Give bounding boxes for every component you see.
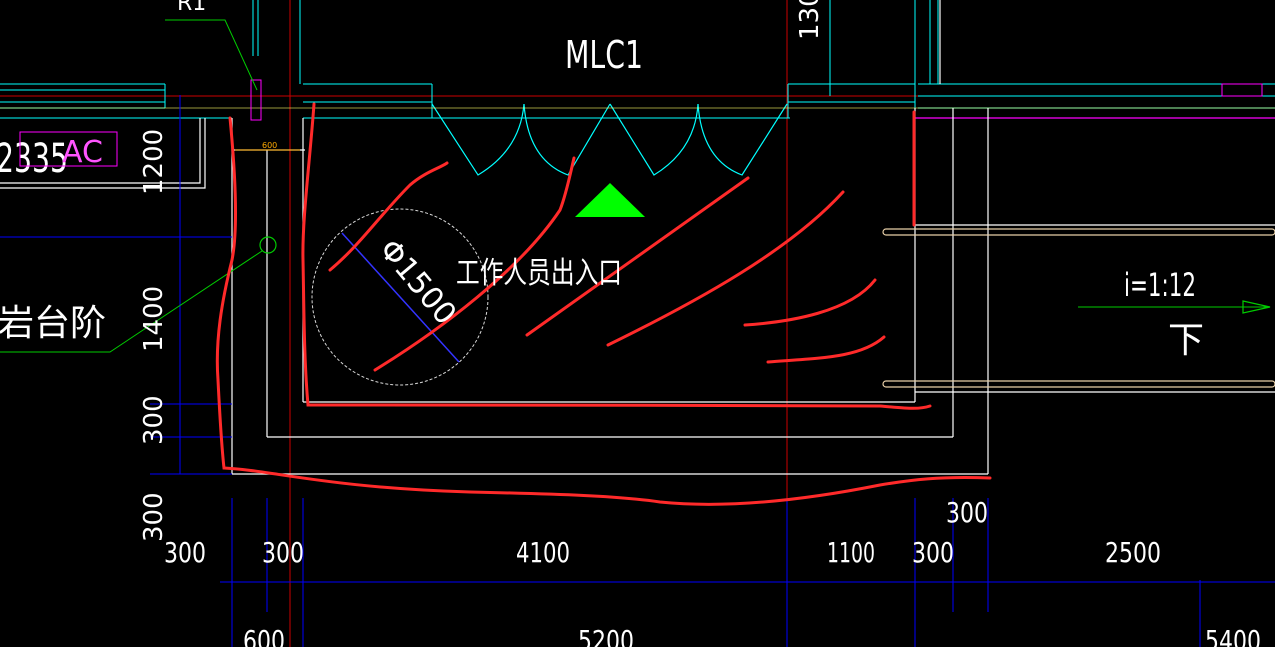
left-tag: 2335: [0, 136, 68, 182]
h-dim-1100: 1100: [827, 536, 875, 569]
vertical-dim-300a: 300: [139, 395, 169, 445]
vertical-dim-1200: 1200: [139, 129, 169, 195]
vertical-dim-300b: 300: [139, 492, 169, 542]
red-markup: [215, 102, 992, 506]
h-dim-300-right: 300: [946, 496, 988, 529]
h-dim-300-3: 300: [912, 536, 954, 569]
ramp-rails: [882, 228, 1275, 388]
room-label: 工作人员出入口: [456, 256, 622, 291]
h-dim-300-1: 300: [164, 536, 206, 569]
leader-dot-icon: [259, 236, 277, 254]
h-dim-2500: 2500: [1105, 536, 1161, 569]
h-dim-5200: 5200: [578, 624, 634, 647]
cad-drawing: R1 MLC1 1300 工作人员出入口 Φ1500 i=1:12 下 2335…: [0, 0, 1275, 647]
door-tag: MLC1: [565, 33, 643, 77]
left-tag-suffix: AC: [62, 135, 103, 170]
h-dim-300-2: 300: [262, 536, 304, 569]
h-dim-600: 600: [243, 624, 285, 647]
h-dim-5400: 5400: [1205, 624, 1261, 647]
top-dimension: 1300: [795, 0, 825, 40]
ramp-slope: i=1:12: [1124, 266, 1196, 304]
small-dim-600: 600: [262, 141, 277, 150]
marker-r: R1: [177, 0, 206, 16]
h-dim-4100: 4100: [516, 536, 570, 569]
step-label: 岩台阶: [0, 303, 106, 344]
vertical-dim-1400: 1400: [139, 286, 169, 352]
green-triangle-icon: [575, 183, 645, 217]
door-swing: [431, 103, 788, 176]
accent-lines: [0, 79, 1275, 121]
ramp-direction: 下: [1168, 320, 1204, 361]
